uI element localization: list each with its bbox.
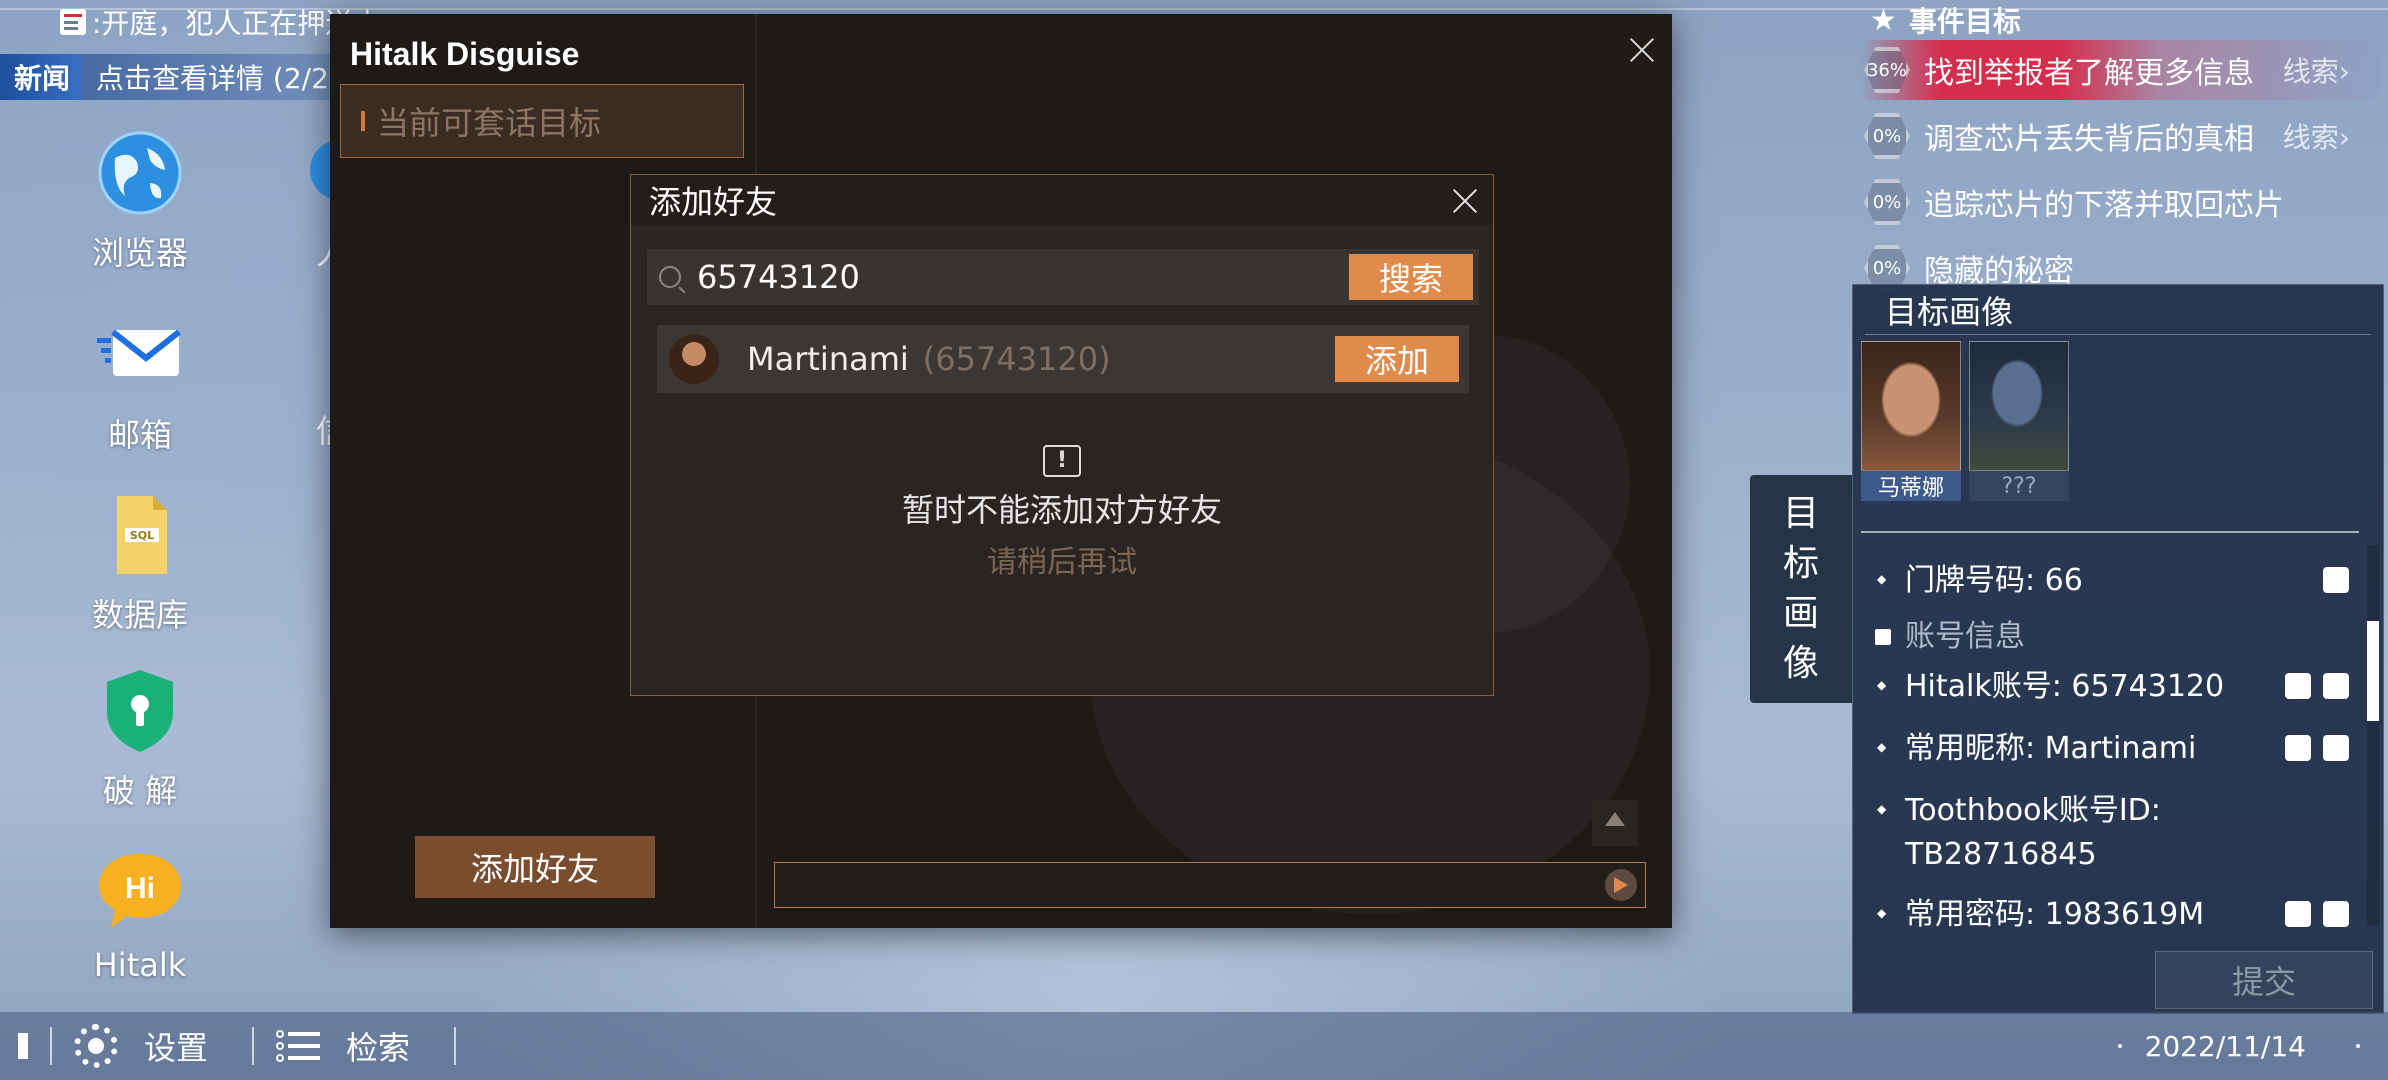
window-title: Hitalk Disguise (350, 36, 580, 72)
desktop-icon-mail[interactable]: 邮箱 (50, 310, 230, 456)
objectives-header: ★ 事件目标 (1870, 0, 2021, 40)
search-icon (659, 266, 681, 288)
mail-tag-icon[interactable] (2323, 901, 2349, 927)
search-button[interactable]: 检索 (276, 1023, 410, 1069)
target-profile-panel: 目标画像 马蒂娜 ??? 门牌号码: 66 账号信息 Hitalk账号: 657… (1852, 284, 2384, 1014)
taskbar-dot (2356, 1044, 2360, 1048)
notice-sub: 请稍后再试 (987, 545, 1137, 580)
scroll-up-icon[interactable] (1592, 800, 1638, 846)
portrait-image (1969, 341, 2069, 471)
document-tag-icon[interactable] (2323, 673, 2349, 699)
alert-icon: ! (1043, 445, 1081, 477)
profile-scrollbar[interactable] (2367, 545, 2379, 925)
chat-input[interactable] (774, 862, 1646, 908)
info-toothbook: Toothbook账号ID: TB28716845 (1861, 787, 2359, 877)
globe-tag-icon[interactable] (2285, 673, 2311, 699)
list-icon (276, 1026, 321, 1066)
dialog-header: 添加好友 (631, 175, 1493, 225)
search-result-row: Martinami (65743120) 添加 (657, 325, 1469, 393)
profile-info-list[interactable]: 门牌号码: 66 账号信息 Hitalk账号: 65743120 常用昵称: M… (1861, 531, 2359, 931)
profile-header: 目标画像 (1865, 285, 2371, 335)
desktop-icon-browser[interactable]: 浏览器 (50, 128, 230, 274)
taskbar: 设置 检索 2022/11/14 (0, 1012, 2388, 1080)
svg-text:SQL: SQL (130, 529, 154, 542)
desktop-icon-label: 数据库 (91, 596, 188, 634)
progress-hex-icon: 0% (1860, 175, 1914, 229)
objective-text: 追踪芯片的下落并取回芯片 (1924, 188, 2284, 223)
desktop-icon-database[interactable]: SQL 数据库 (50, 490, 230, 636)
desktop-icon-crack[interactable]: 破 解 (50, 666, 230, 812)
news-tag: 新闻 (0, 54, 83, 100)
scrollbar-thumb[interactable] (2367, 621, 2379, 721)
desktop-icon-label: 浏览器 (91, 234, 188, 272)
target-list-placeholder: 当前可套话目标 (377, 104, 602, 142)
add-friend-dialog: 添加好友 65743120 搜索 Martinami (65743120) 添加… (630, 174, 1494, 696)
globe-tag-icon[interactable] (2285, 735, 2311, 761)
avatar (669, 334, 719, 384)
portrait-list: 马蒂娜 ??? (1861, 341, 2069, 501)
add-friend-button[interactable]: 添加好友 (415, 836, 655, 898)
svg-text:Hi: Hi (125, 872, 155, 905)
portrait-image (1861, 341, 1961, 471)
result-name: Martinami (747, 340, 909, 378)
taskbar-dot (2118, 1044, 2122, 1048)
desktop-icon-hitalk[interactable]: Hi Hitalk (50, 846, 230, 984)
info-door-number: 门牌号码: 66 (1861, 557, 2359, 603)
gear-icon (74, 1024, 118, 1068)
separator (252, 1027, 255, 1065)
separator (454, 1027, 457, 1065)
add-button[interactable]: 添加 (1335, 336, 1459, 382)
objectives-title: 事件目标 (1908, 5, 2021, 38)
objective-item[interactable]: 36% 找到举报者了解更多信息 线索› (1860, 40, 2380, 100)
portrait-card[interactable]: ??? (1969, 341, 2069, 501)
star-icon: ★ (1870, 2, 1897, 38)
submit-button[interactable]: 提交 (2155, 951, 2373, 1009)
info-nickname: 常用昵称: Martinami (1861, 725, 2359, 771)
desktop-icon-label: 破 解 (102, 772, 178, 810)
database-icon: SQL (95, 490, 185, 580)
taskbar-handle[interactable] (18, 1033, 28, 1059)
desktop-icon-label: Hitalk (93, 946, 187, 984)
globe-icon (95, 128, 185, 218)
target-list-header[interactable]: 当前可套话目标 (340, 84, 744, 158)
notice-message: ! 暂时不能添加对方好友 请稍后再试 (631, 445, 1493, 581)
shield-keyhole-icon (95, 666, 185, 756)
mail-icon (95, 310, 185, 400)
clue-link[interactable]: 线索› (2283, 116, 2350, 156)
chat-tag-icon[interactable] (2285, 901, 2311, 927)
portrait-caption: ??? (1969, 471, 2069, 501)
news-banner[interactable]: 新闻 点击查看详情 (2/2) (0, 54, 360, 100)
info-hitalk-account: Hitalk账号: 65743120 (1861, 663, 2359, 709)
taskbar-date: 2022/11/14 (2144, 1029, 2306, 1063)
search-button[interactable]: 搜索 (1349, 254, 1473, 300)
shield-tag-icon[interactable] (2323, 735, 2349, 761)
portrait-card[interactable]: 马蒂娜 (1861, 341, 1961, 501)
separator (50, 1027, 52, 1065)
objective-text: 找到举报者了解更多信息 (1924, 56, 2254, 91)
clue-link[interactable]: 线索› (2283, 50, 2350, 90)
progress-hex-icon: 0% (1860, 109, 1914, 163)
shield-tag-icon[interactable] (2323, 567, 2349, 593)
settings-button[interactable]: 设置 (74, 1023, 208, 1069)
objective-text: 调查芯片丢失背后的真相 (1924, 122, 2254, 157)
objective-item[interactable]: 0% 调查芯片丢失背后的真相 线索› (1860, 106, 2380, 166)
progress-hex-icon: 36% (1860, 43, 1914, 97)
news-detail-link: 点击查看详情 (2/2) (96, 62, 340, 95)
objective-item[interactable]: 0% 追踪芯片的下落并取回芯片 (1860, 172, 2380, 232)
profile-side-tab[interactable]: 目 标 画 像 (1750, 475, 1852, 703)
notice-main: 暂时不能添加对方好友 (901, 491, 1222, 529)
result-uid: (65743120) (922, 340, 1111, 378)
desktop-icon-label: 邮箱 (107, 416, 172, 454)
search-input[interactable]: 65743120 (697, 258, 1349, 296)
dialog-title: 添加好友 (649, 183, 778, 221)
info-password: 常用密码: 1983619M (1861, 891, 2359, 931)
close-icon[interactable] (1622, 30, 1662, 70)
send-icon[interactable] (1605, 869, 1637, 901)
close-icon[interactable] (1447, 183, 1483, 219)
news-document-icon (60, 9, 86, 35)
portrait-caption: 马蒂娜 (1861, 471, 1961, 501)
hitalk-logo-icon: Hi (95, 846, 185, 936)
search-bar: 65743120 搜索 (647, 249, 1479, 305)
section-account-info: 账号信息 (1861, 615, 2359, 659)
